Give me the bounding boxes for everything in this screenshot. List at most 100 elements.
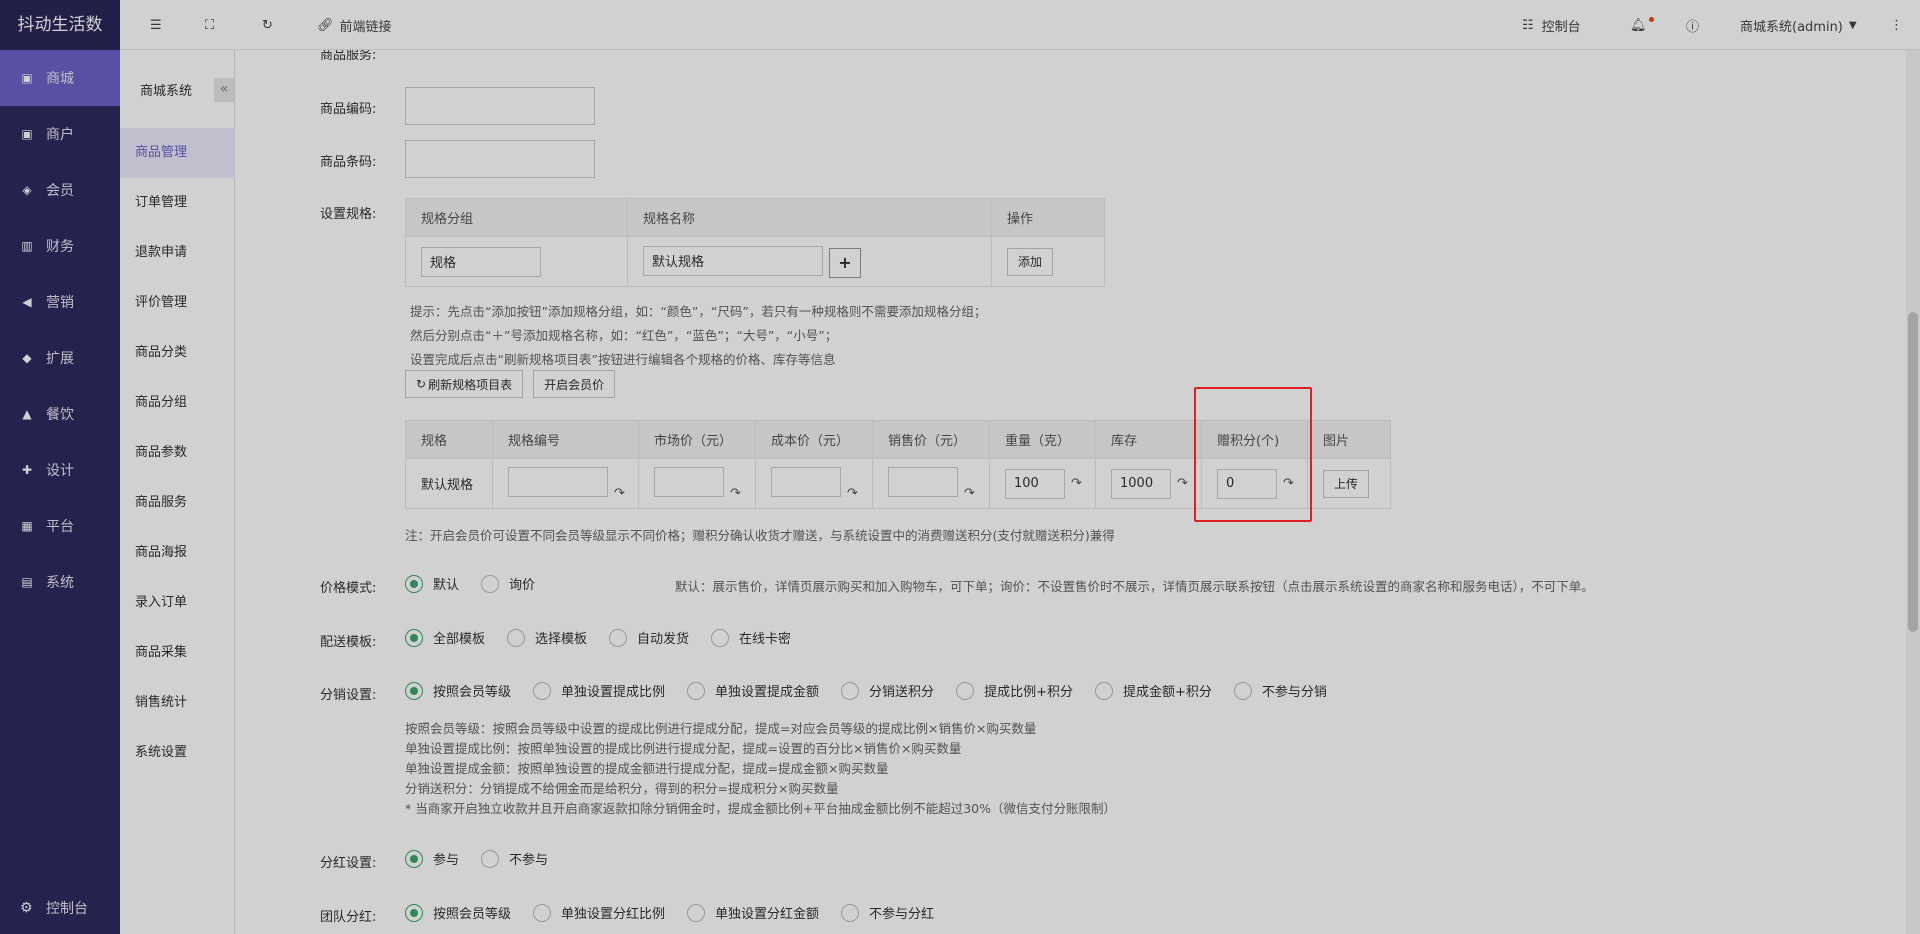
add-spec-group-button[interactable]: 添加 (1007, 247, 1054, 276)
nav-item-member[interactable]: ◈ 会员 (0, 162, 120, 218)
radio-circle (609, 628, 628, 647)
distribution-label: 分销设置: (320, 688, 377, 703)
nav-item-platform[interactable]: ▦ 平台 (0, 498, 120, 554)
radio-dist-level[interactable]: 按照会员等级 (405, 681, 511, 700)
radio-delivery-card[interactable]: 在线卡密 (711, 628, 791, 647)
copy-down-icon[interactable]: ↷ (964, 486, 975, 501)
radio-price-inquiry[interactable]: 询价 (481, 574, 535, 593)
copy-down-icon[interactable]: ↷ (847, 486, 858, 501)
sub-item-refunds[interactable]: 退款申请 (120, 228, 235, 278)
market-price-input[interactable] (654, 466, 724, 497)
weight-input[interactable]: 100 (1005, 468, 1065, 499)
sale-price-input[interactable] (888, 466, 958, 497)
radio-dist-ratio[interactable]: 单独设置提成比例 (533, 681, 665, 700)
nav-item-design[interactable]: ✚ 设计 (0, 442, 120, 498)
distribution-tip-1: 按照会员等级：按照会员等级中设置的提成比例进行提成分配，提成=对应会员等级的提成… (405, 721, 1037, 736)
radio-dividend-none[interactable]: 不参与 (481, 849, 548, 868)
spec-name-input[interactable]: 默认规格 (643, 245, 823, 276)
bell-icon[interactable]: 🔔︎ (1630, 0, 1654, 50)
add-spec-name-button[interactable]: + (829, 247, 861, 278)
sub-item-orders[interactable]: 订单管理 (120, 178, 235, 228)
radio-circle (1094, 681, 1113, 700)
product-code-input[interactable] (405, 87, 595, 125)
sub-item-reviews[interactable]: 评价管理 (120, 278, 235, 328)
spec-group-input[interactable]: 规格 (421, 246, 541, 277)
frontend-link[interactable]: 🔗︎ 前端链接 (317, 0, 392, 50)
member-icon: ◈ (22, 183, 32, 197)
distribution-tip-2: 单独设置提成比例：按照单独设置的提成比例进行提成分配，提成=设置的百分比×销售价… (405, 741, 962, 756)
radio-delivery-select[interactable]: 选择模板 (507, 628, 587, 647)
copy-down-icon[interactable]: ↷ (1071, 476, 1082, 491)
radio-dist-amount-points[interactable]: 提成金额+积分 (1094, 681, 1212, 700)
cost-price-input[interactable] (771, 466, 841, 497)
sub-item-categories[interactable]: 商品分类 (120, 328, 235, 378)
radio-dist-points[interactable]: 分销送积分 (841, 681, 934, 700)
sub-item-product-manage[interactable]: 商品管理 (120, 128, 235, 178)
sku-code-input[interactable] (508, 466, 608, 497)
delivery-label: 配送模板: (320, 635, 377, 650)
scrollbar-thumb[interactable] (1908, 312, 1918, 632)
radio-dist-amount[interactable]: 单独设置提成金额 (687, 681, 819, 700)
dividend-group: 参与 不参与 (405, 849, 570, 868)
price-mode-label: 价格模式: (320, 581, 377, 596)
code-label: 商品编码: (320, 102, 377, 117)
radio-dist-none[interactable]: 不参与分销 (1233, 681, 1327, 700)
top-bar: ☰ ⛶ ↻ 🔗︎ 前端链接 ☷ 控制台 🔔︎ ⓘ 商城系统(admin) ▼ ⋮ (120, 0, 1920, 50)
refresh-icon[interactable]: ↻ (262, 0, 273, 50)
copy-down-icon[interactable]: ↷ (614, 486, 625, 501)
merchant-icon: ▣ (21, 127, 33, 141)
sku-header-market-price: 市场价（元） (638, 420, 756, 459)
radio-price-default[interactable]: 默认 (405, 574, 459, 593)
radio-circle (687, 681, 706, 700)
radio-circle-checked (405, 574, 423, 593)
radio-dist-ratio-points[interactable]: 提成比例+积分 (956, 681, 1073, 700)
nav-item-catering[interactable]: ▲ 餐饮 (0, 386, 120, 442)
stock-input[interactable]: 1000 (1111, 468, 1171, 499)
more-icon[interactable]: ⋮ (1890, 0, 1903, 50)
radio-team-level[interactable]: 按照会员等级 (405, 903, 511, 922)
nav-item-console[interactable]: ⚙ 控制台 (0, 882, 120, 934)
radio-circle-checked (405, 849, 423, 868)
nav-item-mall[interactable]: ▣ 商城 (0, 50, 120, 106)
collapse-icon[interactable]: « (214, 78, 234, 102)
radio-dividend-join[interactable]: 参与 (405, 849, 459, 868)
sub-item-params[interactable]: 商品参数 (120, 428, 235, 478)
spec-hint-3: 设置完成后点击“刷新规格项目表”按钮进行编辑各个规格的价格、库存等信息 (410, 352, 836, 367)
sub-item-services[interactable]: 商品服务 (120, 478, 235, 528)
spec-header-group: 规格分组 (405, 198, 628, 237)
radio-delivery-all[interactable]: 全部模板 (405, 628, 485, 647)
nav-item-finance[interactable]: ▥ 财务 (0, 218, 120, 274)
distribution-tip-3: 单独设置提成金额：按照单独设置的提成金额进行提成分配，提成=提成金额×购买数量 (405, 761, 889, 776)
radio-circle-checked (405, 628, 423, 647)
brand-logo[interactable]: 抖动生活数 (0, 0, 120, 50)
menu-toggle-icon[interactable]: ☰ (150, 0, 162, 50)
radio-team-none[interactable]: 不参与分红 (841, 903, 934, 922)
radio-delivery-auto[interactable]: 自动发货 (609, 628, 689, 647)
scrollbar-track[interactable] (1906, 50, 1920, 934)
upload-image-button[interactable]: 上传 (1323, 469, 1370, 498)
nav-item-system[interactable]: ▤ 系统 (0, 554, 120, 610)
sku-header-code: 规格编号 (492, 420, 639, 459)
console-button[interactable]: ☷ 控制台 (1522, 0, 1581, 50)
sub-item-sales-stats[interactable]: 销售统计 (120, 678, 235, 728)
sub-item-settings[interactable]: 系统设置 (120, 728, 235, 778)
sub-item-posters[interactable]: 商品海报 (120, 528, 235, 578)
radio-team-amount[interactable]: 单独设置分红金额 (687, 903, 819, 922)
fullscreen-icon[interactable]: ⛶ (205, 0, 214, 50)
help-icon[interactable]: ⓘ (1686, 0, 1699, 50)
user-menu[interactable]: 商城系统(admin) ▼ (1740, 0, 1857, 50)
nav-item-marketing[interactable]: ◀ 营销 (0, 274, 120, 330)
enable-member-price-button[interactable]: 开启会员价 (533, 370, 616, 398)
mall-icon: ▣ (21, 71, 33, 85)
sub-item-collect[interactable]: 商品采集 (120, 628, 235, 678)
refresh-spec-table-button[interactable]: ↻ 刷新规格项目表 (405, 370, 524, 398)
nav-item-extension[interactable]: ◆ 扩展 (0, 330, 120, 386)
product-barcode-input[interactable] (405, 140, 595, 178)
sub-item-groups[interactable]: 商品分组 (120, 378, 235, 428)
sub-item-entry-order[interactable]: 录入订单 (120, 578, 235, 628)
copy-down-icon[interactable]: ↷ (730, 486, 741, 501)
radio-circle (533, 681, 552, 700)
copy-down-icon[interactable]: ↷ (1177, 476, 1188, 491)
nav-item-merchant[interactable]: ▣ 商户 (0, 106, 120, 162)
radio-team-ratio[interactable]: 单独设置分红比例 (533, 903, 665, 922)
